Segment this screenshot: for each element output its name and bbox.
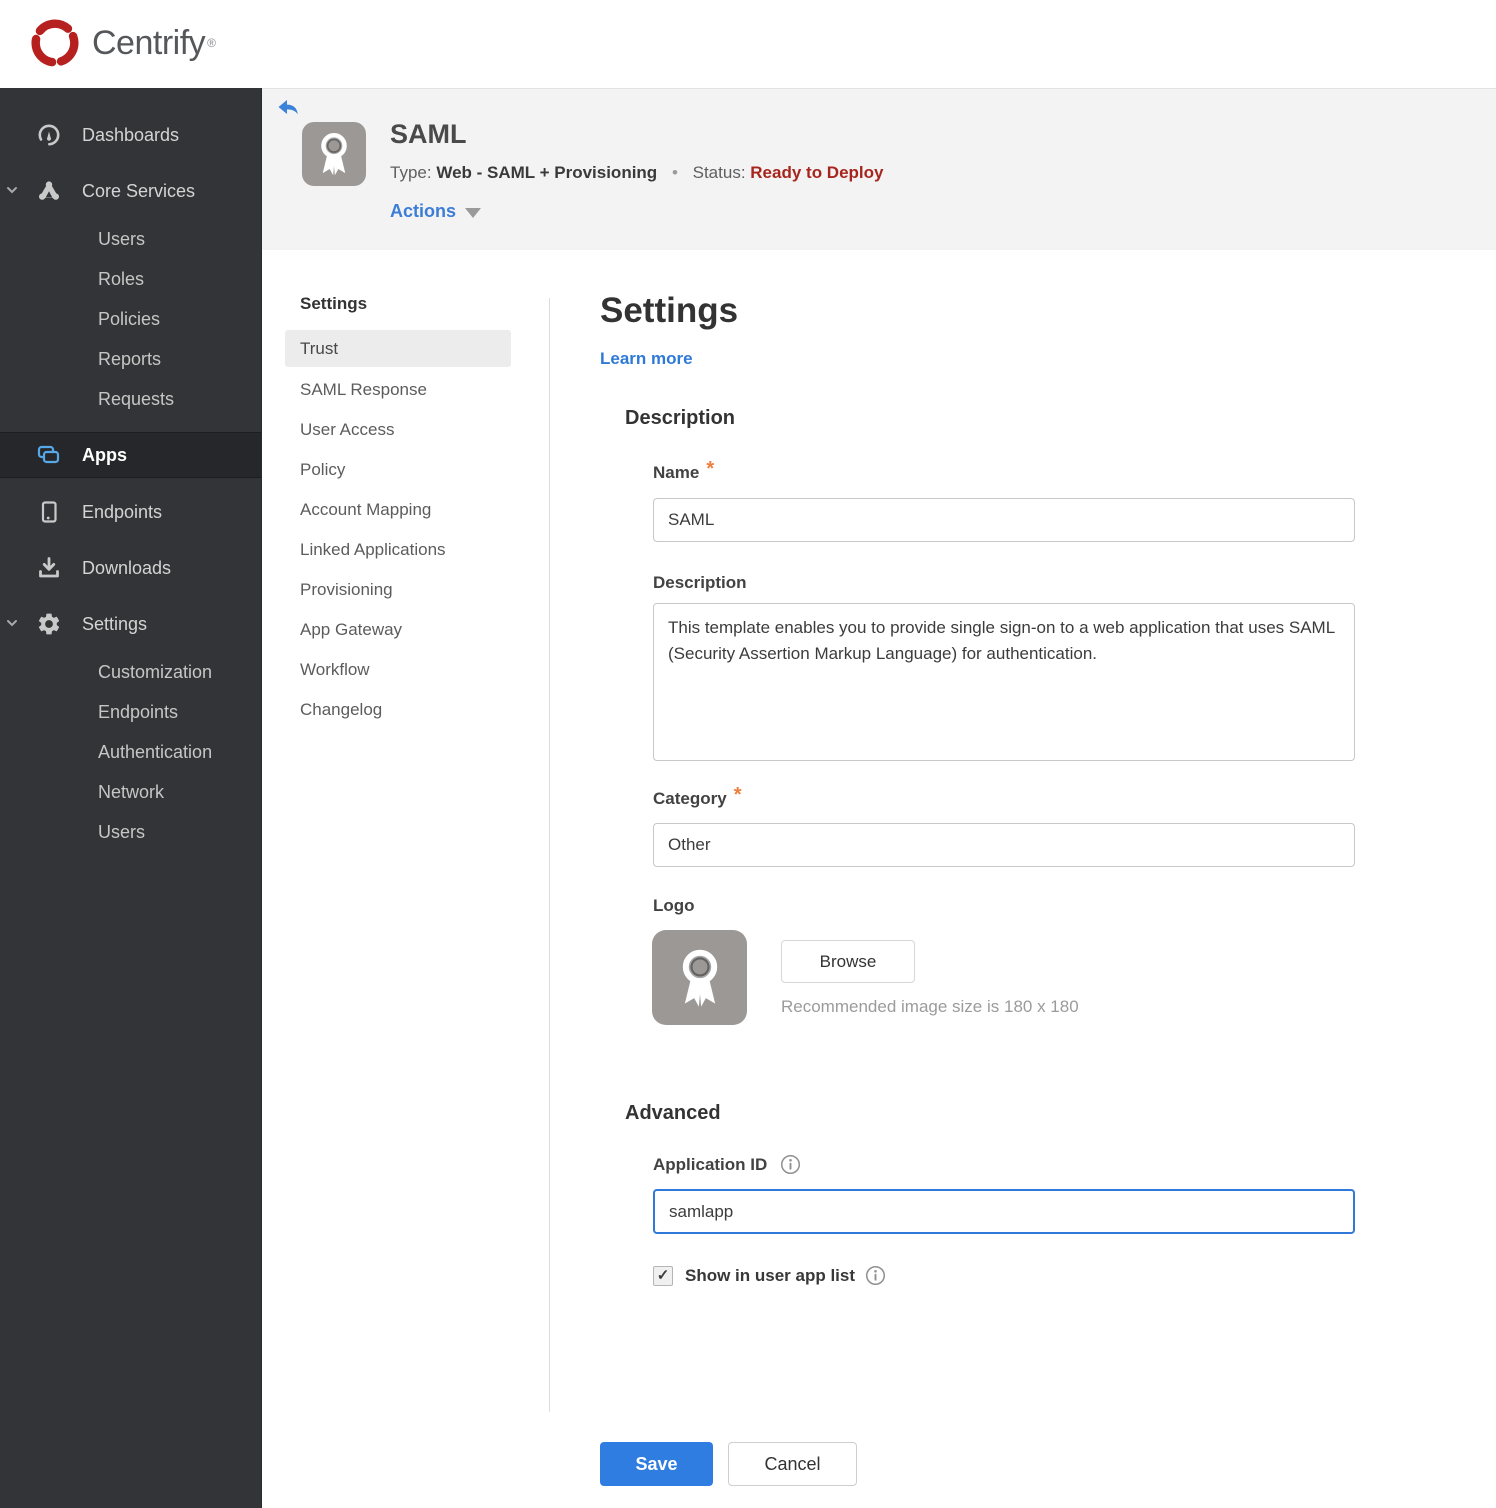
description-textarea[interactable]: This template enables you to provide sin… [653,603,1355,761]
app-meta: Type: Web - SAML + Provisioning • Status… [390,163,883,183]
settings-subnav: Settings Trust SAML Response User Access… [285,294,511,730]
learn-more-link[interactable]: Learn more [600,349,693,369]
core-services-icon [39,181,59,200]
required-marker: * [733,784,742,806]
required-marker: * [706,458,715,480]
registered-mark: ® [207,36,216,50]
subnav-item-linked-applications[interactable]: Linked Applications [285,530,511,570]
category-input[interactable] [653,823,1355,867]
brand-name: Centrify [92,23,206,62]
cancel-button[interactable]: Cancel [728,1442,857,1486]
sidebar-item-reports[interactable]: Reports [0,339,261,379]
sidebar-item-label: Downloads [82,557,172,578]
gauge-icon [38,124,60,146]
sidebar-item-authentication[interactable]: Authentication [0,732,261,772]
recommended-size-text: Recommended image size is 180 x 180 [781,997,1079,1016]
chevron-down-icon [7,620,17,627]
sidebar-item-policies[interactable]: Policies [0,299,261,339]
sidebar-item-dashboards[interactable]: Dashboards [0,107,261,163]
apps-icon [37,445,60,464]
logo-label: Logo [653,896,695,915]
app-logo [302,122,366,186]
subnav-item-policy[interactable]: Policy [285,450,511,490]
advanced-section-heading: Advanced [625,1102,721,1124]
show-in-user-app-list-checkbox[interactable]: ✓ [653,1265,673,1286]
award-ribbon-icon [682,949,717,1007]
info-icon[interactable] [780,1154,801,1175]
name-label: Name [653,462,700,482]
description-section-heading: Description [625,407,736,429]
subnav-item-user-access[interactable]: User Access [285,410,511,450]
subnav-item-app-gateway[interactable]: App Gateway [285,610,511,650]
sidebar-item-customization[interactable]: Customization [0,652,261,692]
show-in-user-app-list-option: ✓ Show in user app list [653,1265,886,1286]
type-value: Web - SAML + Provisioning [436,163,658,182]
sidebar-item-apps[interactable]: Apps [0,432,261,478]
subnav-item-trust[interactable]: Trust [285,330,511,367]
sidebar-item-label: Core Services [82,180,196,201]
page: Centrify ® Dashboards Core Services User… [0,0,1496,1508]
status-value: Ready to Deploy [750,163,884,182]
centrify-logo: Centrify ® [26,14,216,72]
sidebar-item-settings-endpoints[interactable]: Endpoints [0,692,261,732]
form-actions: Save Cancel [600,1442,857,1486]
application-id-input[interactable] [653,1189,1355,1234]
subnav-item-workflow[interactable]: Workflow [285,650,511,690]
award-ribbon-icon [321,132,347,176]
top-bar: Centrify ® [0,0,1496,88]
caret-down-icon [465,208,482,218]
type-label: Type: [390,163,432,182]
subnav-item-provisioning[interactable]: Provisioning [285,570,511,610]
sidebar-item-settings-users[interactable]: Users [0,812,261,852]
sidebar-item-label: Settings [82,613,148,634]
subnav-item-changelog[interactable]: Changelog [285,690,511,730]
centrify-swirl-icon [31,19,79,67]
application-id-label: Application ID [653,1154,768,1174]
sidebar-item-downloads[interactable]: Downloads [0,540,261,596]
sidebar-item-users[interactable]: Users [0,219,261,259]
settings-panel: Settings Learn more Description Name * D… [600,285,1390,1508]
device-icon [41,501,57,523]
sidebar-item-label: Endpoints [82,501,163,522]
sidebar-item-network[interactable]: Network [0,772,261,812]
browse-button[interactable]: Browse [781,940,915,983]
sidebar-item-roles[interactable]: Roles [0,259,261,299]
app-title: SAML [390,119,467,149]
logo-preview [652,930,747,1025]
gear-icon [38,613,60,635]
sidebar-item-endpoints[interactable]: Endpoints [0,484,261,540]
sidebar-item-settings[interactable]: Settings [0,596,261,652]
vertical-divider [549,298,550,1412]
chevron-down-icon [7,187,17,194]
save-button[interactable]: Save [600,1442,713,1486]
description-label: Description [653,573,747,592]
sidebar-item-requests[interactable]: Requests [0,379,261,419]
sidebar-item-core-services[interactable]: Core Services [0,163,261,219]
sidebar: Dashboards Core Services Users Roles Pol… [0,88,262,1508]
actions-dropdown[interactable]: Actions [390,201,482,222]
subnav-item-account-mapping[interactable]: Account Mapping [285,490,511,530]
sidebar-item-label: Dashboards [82,124,180,145]
info-icon[interactable] [865,1265,886,1286]
subnav-heading: Settings [300,294,368,313]
actions-label: Actions [390,201,457,221]
download-icon [39,557,59,578]
category-label: Category [653,788,727,808]
page-title: Settings [600,291,739,330]
app-header: SAML Type: Web - SAML + Provisioning • S… [262,88,1496,250]
back-arrow-icon[interactable] [276,97,300,121]
status-label: Status: [692,163,746,182]
subnav-item-saml-response[interactable]: SAML Response [285,370,511,410]
show-in-user-app-list-label: Show in user app list [685,1265,856,1285]
separator-dot: • [671,163,678,182]
sidebar-item-label: Apps [82,444,127,465]
name-input[interactable] [653,498,1355,542]
